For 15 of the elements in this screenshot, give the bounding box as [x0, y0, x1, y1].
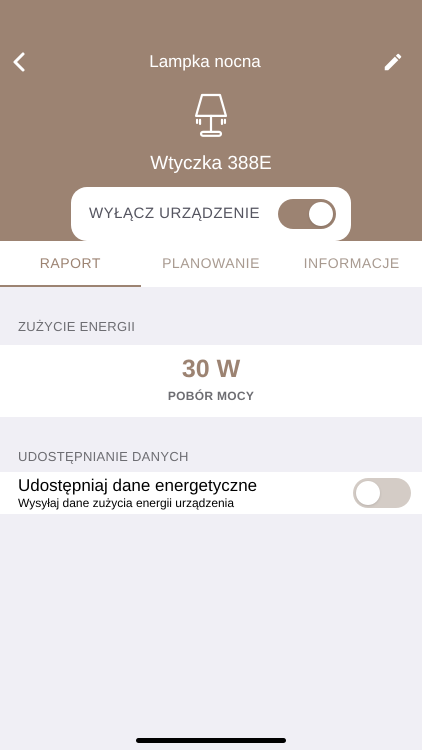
tab[interactable]: PLANOWANIE	[140, 241, 282, 287]
section-header: ZUŻYCIE ENERGII	[17, 318, 136, 336]
section-header: UDOSTĘPNIANIE DANYCH	[17, 448, 190, 466]
toggle-switch[interactable]	[353, 478, 411, 508]
power-caption: POBÓR MOCY	[168, 388, 254, 404]
tab[interactable]: RAPORT	[0, 241, 141, 287]
sharing-subtitle: Wysyłaj dane zużycia energii urządzenia	[18, 496, 235, 512]
pencil-icon[interactable]	[382, 50, 404, 73]
device-name: Wtyczka 388E	[150, 152, 272, 176]
sharing-title: Udostępniaj dane energetyczne	[18, 474, 258, 496]
toggle-switch[interactable]	[278, 199, 336, 230]
power-value: 30 W	[182, 356, 240, 382]
tab[interactable]: INFORMACJE	[281, 241, 422, 287]
page-title: Lampka nocna	[149, 51, 261, 74]
power-label: WYŁĄCZ URZĄDZENIE	[89, 204, 260, 224]
